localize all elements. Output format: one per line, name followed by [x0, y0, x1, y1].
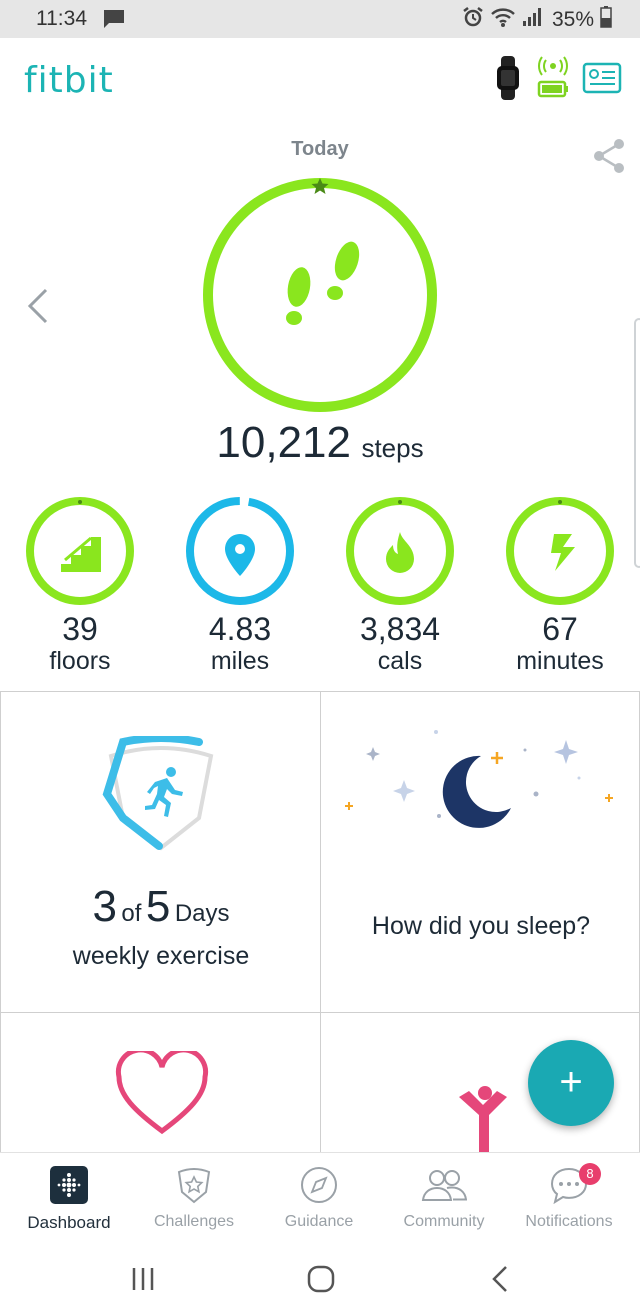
footsteps-icon: [286, 241, 360, 325]
tab-notifications-label: Notifications: [525, 1213, 613, 1230]
system-navigation-bar: [0, 1242, 640, 1316]
recent-apps-icon[interactable]: [130, 1266, 156, 1297]
active-minutes-ring: [506, 497, 614, 605]
today-label: Today: [291, 138, 349, 160]
tab-challenges-label: Challenges: [153, 1213, 235, 1230]
fitbit-logo: fitbit: [24, 60, 114, 101]
steps-value: 10,212: [216, 418, 351, 467]
running-person-icon: [145, 767, 183, 817]
floors-label: floors: [49, 647, 111, 675]
previous-day-chevron-icon[interactable]: [26, 286, 50, 331]
active-minutes-value: 67: [542, 611, 578, 647]
exercise-days-goal: 5: [145, 882, 171, 931]
tab-dashboard-label: Dashboard: [27, 1213, 111, 1232]
tab-notifications[interactable]: 8 Notifications: [505, 1163, 633, 1231]
status-time: 11:34: [36, 7, 87, 30]
sleep-tile[interactable]: How did you sleep?: [320, 691, 640, 1013]
home-icon[interactable]: [306, 1264, 336, 1299]
location-pin-icon: [225, 534, 255, 576]
message-notification-icon: [103, 9, 125, 34]
exercise-of-text: of: [121, 900, 142, 927]
sparkle-icon: [491, 752, 503, 764]
status-right: 35%: [462, 6, 612, 33]
moon-icon: [442, 755, 511, 828]
heart-icon: [115, 1051, 209, 1135]
tab-dashboard[interactable]: Dashboard: [5, 1163, 133, 1233]
tab-community[interactable]: Community: [380, 1163, 508, 1231]
tab-guidance[interactable]: Guidance: [255, 1163, 383, 1231]
active-minutes-label: minutes: [516, 647, 604, 675]
battery-icon: [600, 6, 612, 33]
tab-challenges[interactable]: Challenges: [130, 1163, 258, 1231]
exercise-shield-icon: [102, 736, 214, 851]
miles-value: 4.83: [208, 611, 272, 647]
calories-ring: [346, 497, 454, 605]
sync-battery-icon[interactable]: [536, 56, 570, 105]
compass-icon: [301, 1167, 337, 1203]
sparkle-icon: [345, 802, 353, 810]
battery-percent: 35%: [551, 7, 594, 31]
bottom-navigation: Dashboard Challenges Guidance Community …: [0, 1152, 640, 1242]
lightning-icon: [551, 534, 575, 571]
dashboard-icon: [50, 1166, 88, 1204]
sparkle-icon: [605, 794, 613, 802]
stats-row: 39 floors 4.83 miles 3,834 cals 67 minut…: [0, 496, 640, 686]
sleep-question: How did you sleep?: [371, 912, 591, 940]
calories-label: cals: [377, 647, 423, 675]
night-sky-illustration: [345, 730, 613, 828]
miles-ring: [186, 497, 294, 605]
heart-rate-tile[interactable]: [0, 1012, 321, 1162]
share-icon[interactable]: [592, 138, 626, 179]
stat-floors[interactable]: 39 floors: [0, 496, 160, 676]
floors-value: 39: [62, 611, 98, 647]
star-icon: [554, 740, 578, 764]
account-card-icon[interactable]: [582, 62, 622, 99]
tracker-device-icon[interactable]: [492, 56, 524, 105]
add-fab-button[interactable]: +: [528, 1040, 614, 1126]
stat-miles[interactable]: 4.83 miles: [160, 496, 320, 676]
flame-icon: [386, 532, 414, 573]
floors-ring: [26, 497, 134, 605]
back-icon[interactable]: [490, 1264, 510, 1299]
exercise-days: 3 of 5 Days: [1, 882, 320, 932]
alarm-icon: [462, 6, 484, 33]
calories-value: 3,834: [359, 611, 441, 647]
wifi-icon: [490, 6, 516, 33]
stat-calories[interactable]: 3,834 cals: [320, 496, 480, 676]
steps-unit: steps: [361, 433, 424, 463]
yoga-pose-icon: [459, 1086, 507, 1161]
miles-label: miles: [210, 647, 270, 675]
exercise-subtitle: weekly exercise: [72, 942, 250, 970]
tab-community-label: Community: [403, 1213, 485, 1230]
steps-ring[interactable]: [200, 175, 440, 420]
community-icon: [421, 1170, 467, 1201]
notifications-badge: 8: [579, 1163, 601, 1185]
signal-icon: [522, 7, 542, 32]
star-icon: [393, 780, 415, 802]
status-bar: 11:34 35%: [0, 0, 640, 38]
star-icon: [366, 747, 380, 761]
exercise-tile[interactable]: 3 of 5 Days weekly exercise: [0, 691, 321, 1013]
steps-count[interactable]: 10,212 steps: [0, 418, 640, 468]
tab-guidance-label: Guidance: [284, 1213, 354, 1230]
stairs-icon: [61, 536, 101, 572]
exercise-days-done: 3: [92, 882, 117, 931]
challenges-icon: [177, 1168, 211, 1204]
exercise-days-text: Days: [174, 900, 230, 927]
app-header: fitbit: [0, 38, 640, 126]
stat-active-minutes[interactable]: 67 minutes: [480, 496, 640, 676]
